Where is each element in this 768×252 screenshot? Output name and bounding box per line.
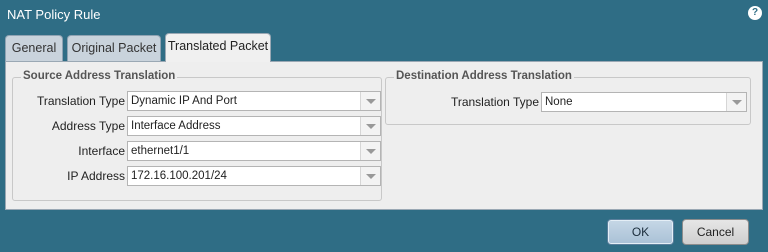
interface-label: Interface <box>78 144 125 158</box>
destination-translation-type-value: None <box>545 96 573 108</box>
address-type-select[interactable]: Interface Address <box>127 116 381 136</box>
help-icon[interactable]: ? <box>748 6 762 20</box>
source-translation-type-row: Translation Type Dynamic IP And Port <box>13 91 383 111</box>
tab-general-label: General <box>11 41 57 55</box>
tab-original-packet[interactable]: Original Packet <box>67 35 161 61</box>
tab-original-packet-label: Original Packet <box>71 41 157 55</box>
address-type-row: Address Type Interface Address <box>13 116 383 136</box>
dialog-titlebar: NAT Policy Rule <box>0 0 768 28</box>
interface-value: ethernet1/1 <box>131 145 190 157</box>
chevron-down-icon[interactable] <box>360 167 380 185</box>
source-translation-type-label: Translation Type <box>36 94 125 108</box>
cancel-button[interactable]: Cancel <box>682 219 749 245</box>
tab-content-panel: Source Address Translation Translation T… <box>5 61 763 210</box>
source-translation-type-value: Dynamic IP And Port <box>131 95 237 107</box>
tab-translated-packet[interactable]: Translated Packet <box>165 33 271 62</box>
tab-translated-packet-label: Translated Packet <box>167 39 269 53</box>
ip-address-select[interactable]: 172.16.100.201/24 <box>127 166 381 186</box>
source-address-translation-group: Source Address Translation Translation T… <box>12 70 383 201</box>
destination-translation-type-row: Translation Type None <box>386 92 752 112</box>
ok-button[interactable]: OK <box>607 219 674 245</box>
chevron-down-icon[interactable] <box>726 93 746 111</box>
ip-address-label: IP Address <box>67 169 125 183</box>
dialog-title: NAT Policy Rule <box>7 7 101 22</box>
source-translation-type-select[interactable]: Dynamic IP And Port <box>127 91 381 111</box>
tab-general[interactable]: General <box>5 35 63 61</box>
interface-row: Interface ethernet1/1 <box>13 141 383 161</box>
ip-address-row: IP Address 172.16.100.201/24 <box>13 166 383 186</box>
destination-address-translation-group: Destination Address Translation Translat… <box>385 70 752 125</box>
interface-select[interactable]: ethernet1/1 <box>127 141 381 161</box>
chevron-down-icon[interactable] <box>360 92 380 110</box>
address-type-label: Address Type <box>51 119 125 133</box>
chevron-down-icon[interactable] <box>360 142 380 160</box>
destination-translation-type-label: Translation Type <box>450 95 539 109</box>
address-type-value: Interface Address <box>131 120 221 132</box>
nat-policy-rule-dialog: NAT Policy Rule ? General Original Packe… <box>0 0 768 252</box>
destination-translation-type-select[interactable]: None <box>541 92 747 112</box>
ip-address-value: 172.16.100.201/24 <box>131 170 227 182</box>
chevron-down-icon[interactable] <box>360 117 380 135</box>
source-address-translation-title: Source Address Translation <box>21 70 178 82</box>
destination-address-translation-title: Destination Address Translation <box>394 70 574 82</box>
